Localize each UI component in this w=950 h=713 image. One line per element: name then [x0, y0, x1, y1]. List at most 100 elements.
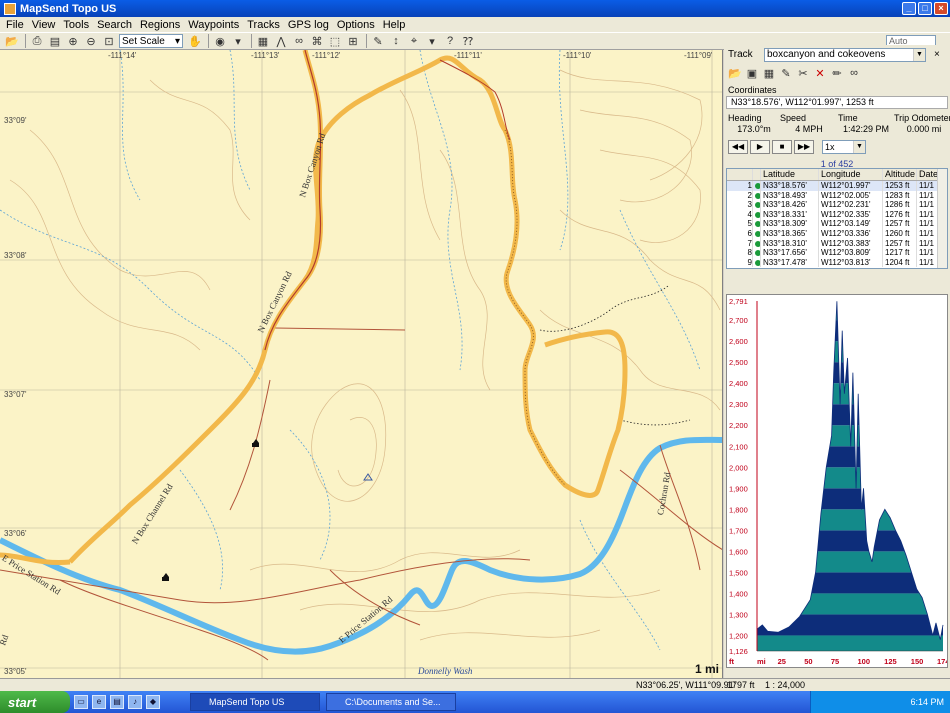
- open-folder-icon[interactable]: 📂: [4, 34, 20, 48]
- region-icon[interactable]: ▦: [255, 34, 271, 48]
- map-coord-left-4: 33°06': [4, 529, 27, 538]
- edit-track-icon[interactable]: ✎: [779, 66, 793, 80]
- header-date[interactable]: Date: [917, 169, 939, 180]
- pin-icon[interactable]: ✎: [370, 34, 386, 48]
- rewind-button[interactable]: ◀◀: [728, 140, 748, 154]
- zoom-in-icon[interactable]: ⊕: [65, 34, 81, 48]
- scale-select[interactable]: Set Scale ▾: [119, 34, 183, 48]
- topo-map[interactable]: -111°14' -111°13' -111°12' -111°11' -111…: [0, 50, 723, 678]
- table-row[interactable]: 1 N33°18.576' W112°01.997' 1253 ft 11/1: [727, 181, 947, 191]
- zoom-rect-icon[interactable]: ⊡: [101, 34, 117, 48]
- route-icon[interactable]: ⌘: [309, 34, 325, 48]
- cell-lon: W112°03.149': [819, 219, 883, 229]
- minimize-button[interactable]: _: [902, 2, 916, 15]
- elevation-profile-chart[interactable]: 2,791 2,700 2,600 2,500 2,400 2,300 2,200 2,100…: [726, 294, 950, 668]
- y-tick-label: 1,900: [729, 484, 748, 493]
- playback-controls: ◀◀ ▶ ■ ▶▶ 1x ▼: [724, 139, 950, 155]
- table-row[interactable]: 8 N33°17.656' W112°03.809' 1217 ft 11/1: [727, 248, 947, 258]
- panel-close-icon[interactable]: ×: [934, 49, 940, 60]
- waypoint-icon[interactable]: ⊞: [345, 34, 361, 48]
- play-button[interactable]: ▶: [750, 140, 770, 154]
- y-tick-label: 2,200: [729, 421, 748, 430]
- menu-gps-log[interactable]: GPS log: [284, 19, 333, 31]
- y-tick-label: 2,500: [729, 358, 748, 367]
- menu-help[interactable]: Help: [379, 19, 410, 31]
- pencil-icon[interactable]: ✏: [830, 66, 844, 80]
- help-icon[interactable]: ?: [442, 34, 458, 48]
- table-row[interactable]: 7 N33°18.310' W112°03.383' 1257 ft 11/1: [727, 238, 947, 249]
- y-tick-label: 1,600: [729, 547, 748, 556]
- table-row[interactable]: 3 N33°18.426' W112°02.231' 1286 ft 11/1: [727, 200, 947, 210]
- track-select[interactable]: boxcanyon and cokeovens ▼: [764, 47, 926, 62]
- toolbar-divider: [25, 34, 26, 48]
- table-scrollbar[interactable]: [937, 169, 947, 268]
- status-elevation: 1797 ft: [727, 680, 755, 690]
- browser-icon[interactable]: e: [92, 695, 106, 709]
- context-help-icon[interactable]: ⁇: [460, 34, 476, 48]
- header-longitude[interactable]: Longitude: [819, 169, 883, 180]
- x-tick-label: 75: [831, 657, 839, 666]
- chevron-down-icon[interactable]: ▾: [424, 34, 440, 48]
- map-canvas[interactable]: [0, 50, 723, 678]
- cell-date: 11/1: [917, 248, 939, 258]
- fast-forward-button[interactable]: ▶▶: [794, 140, 814, 154]
- task-explorer[interactable]: C:\Documents and Se...: [326, 693, 456, 711]
- open-folder-icon[interactable]: 📂: [728, 66, 742, 80]
- header-altitude[interactable]: Altitude: [883, 169, 917, 180]
- header-latitude[interactable]: Latitude: [761, 169, 819, 180]
- time-value: 1:42:29 PM: [842, 124, 890, 134]
- status-dot-icon: [753, 248, 761, 258]
- binoculars-icon[interactable]: ∞: [291, 34, 307, 48]
- cell-lon: W112°03.383': [819, 238, 883, 249]
- app-icon[interactable]: ◆: [146, 695, 160, 709]
- status-dot-icon: [753, 219, 761, 229]
- explorer-icon[interactable]: ▤: [110, 695, 124, 709]
- print-icon[interactable]: ⎙: [29, 34, 45, 48]
- media-icon[interactable]: ♪: [128, 695, 142, 709]
- cell-n: 6: [727, 228, 753, 239]
- delete-icon[interactable]: ✕: [813, 66, 827, 80]
- heading-value: 173.0°m: [737, 124, 771, 134]
- menu-waypoints[interactable]: Waypoints: [184, 19, 243, 31]
- menu-options[interactable]: Options: [333, 19, 379, 31]
- chevron-down-icon[interactable]: ▾: [230, 34, 246, 48]
- menu-tools[interactable]: Tools: [59, 19, 93, 31]
- print-preview-icon[interactable]: ▤: [47, 34, 63, 48]
- zoom-out-icon[interactable]: ⊖: [83, 34, 99, 48]
- binoculars-icon[interactable]: ∞: [847, 66, 861, 80]
- start-button[interactable]: start: [0, 691, 70, 713]
- table-row[interactable]: 9 N33°17.478' W112°03.813' 1204 ft 11/1: [727, 257, 947, 268]
- track-label: Track: [728, 49, 753, 60]
- menu-view[interactable]: View: [28, 19, 60, 31]
- globe-icon[interactable]: ◉: [212, 34, 228, 48]
- save-icon[interactable]: ▣: [745, 66, 759, 80]
- elevation-band: [757, 383, 943, 405]
- stop-button[interactable]: ■: [772, 140, 792, 154]
- menu-regions[interactable]: Regions: [136, 19, 184, 31]
- pan-hand-icon[interactable]: ✋: [187, 34, 203, 48]
- status-dot-icon: [753, 238, 761, 249]
- split-track-icon[interactable]: ✂: [796, 66, 810, 80]
- gps-icon[interactable]: ⌖: [406, 34, 422, 48]
- table-body: 1 N33°18.576' W112°01.997' 1253 ft 11/1 2 N33°…: [727, 181, 947, 268]
- close-button[interactable]: ×: [934, 2, 948, 15]
- maximize-button[interactable]: □: [918, 2, 932, 15]
- menu-search[interactable]: Search: [93, 19, 136, 31]
- select-rect-icon[interactable]: ⬚: [327, 34, 343, 48]
- measure-icon[interactable]: ⋀: [273, 34, 289, 48]
- table-row[interactable]: 5 N33°18.309' W112°03.149' 1257 ft 11/1: [727, 219, 947, 229]
- status-dot-icon: [753, 257, 761, 268]
- map-icon[interactable]: ▦: [762, 66, 776, 80]
- track-icon[interactable]: ↕: [388, 34, 404, 48]
- table-row[interactable]: 2 N33°18.493' W112°02.005' 1283 ft 11/1: [727, 190, 947, 201]
- menu-file[interactable]: File: [2, 19, 28, 31]
- track-toolbar: 📂 ▣ ▦ ✎ ✂ ✕ ✏ ∞: [724, 65, 950, 81]
- menu-tracks[interactable]: Tracks: [243, 19, 284, 31]
- task-mapsend[interactable]: MapSend Topo US: [190, 693, 320, 711]
- track-points-table[interactable]: Latitude Longitude Altitude Date 1 N33°18…: [726, 168, 948, 269]
- desktop-icon[interactable]: ▭: [74, 695, 88, 709]
- table-row[interactable]: 6 N33°18.365' W112°03.336' 1260 ft 11/1: [727, 228, 947, 239]
- playback-speed-select[interactable]: 1x ▼: [822, 140, 866, 154]
- table-row[interactable]: 4 N33°18.331' W112°02.335' 1276 ft 11/1: [727, 209, 947, 220]
- cell-lon: W112°03.809': [819, 248, 883, 258]
